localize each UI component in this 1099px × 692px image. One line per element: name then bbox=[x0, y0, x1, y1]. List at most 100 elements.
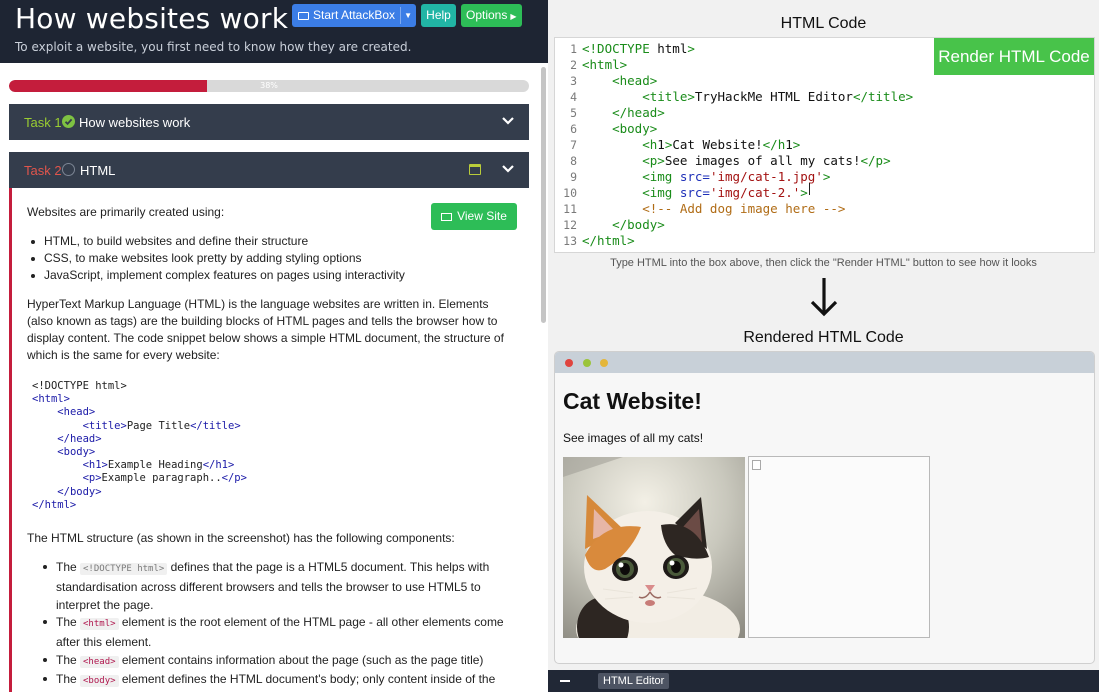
list-text: The bbox=[56, 672, 81, 686]
browser-title-bar bbox=[555, 352, 1094, 373]
code-line: <head> bbox=[57, 406, 96, 419]
chevron-down-icon[interactable] bbox=[501, 112, 515, 130]
window-dot-green bbox=[583, 359, 591, 367]
calendar-icon[interactable] bbox=[469, 164, 481, 175]
code-line: <!DOCTYPE html> bbox=[32, 380, 127, 392]
code-line: <h1>Cat Website!</h1> bbox=[642, 137, 801, 152]
line-number: 7 bbox=[570, 138, 577, 152]
text-cursor bbox=[809, 183, 810, 195]
code-line: </head> bbox=[57, 432, 102, 445]
task-number: Task 1 bbox=[24, 115, 62, 130]
code-line: </html> bbox=[32, 498, 77, 511]
line-number: 12 bbox=[563, 218, 577, 232]
task-title: How websites work bbox=[79, 115, 191, 130]
window-dot-yellow bbox=[600, 359, 608, 367]
line-number: 10 bbox=[563, 186, 577, 200]
monitor-icon bbox=[298, 12, 309, 20]
code-line: <h1>Example Heading</h1> bbox=[82, 459, 235, 472]
editor-code[interactable]: <!DOCTYPE html> <html> <head> <title>TryH… bbox=[582, 41, 913, 249]
line-number: 13 bbox=[563, 234, 577, 248]
list-item: The <head> element contains information … bbox=[43, 651, 506, 671]
rendered-paragraph: See images of all my cats! bbox=[563, 431, 704, 445]
attackbox-label: Start AttackBox bbox=[313, 8, 396, 22]
html-code-title: HTML Code bbox=[780, 15, 867, 32]
line-number: 2 bbox=[570, 58, 577, 72]
list-item: The <!DOCTYPE html> defines that the pag… bbox=[43, 558, 506, 614]
list-item: The <html> element is the root element o… bbox=[43, 613, 506, 651]
list-text: element defines the HTML document's body… bbox=[118, 672, 496, 686]
list-item: HTML, to build websites and define their… bbox=[30, 234, 309, 248]
broken-image-icon bbox=[752, 460, 761, 470]
room-header: How websites work To exploit a website, … bbox=[0, 0, 548, 63]
render-html-button[interactable]: Render HTML Code bbox=[934, 38, 1094, 75]
line-number: 6 bbox=[570, 122, 577, 136]
html-editor-tab[interactable]: HTML Editor bbox=[598, 673, 670, 689]
circle-icon bbox=[62, 163, 75, 176]
line-number: 8 bbox=[570, 154, 577, 168]
check-circle-icon bbox=[62, 115, 75, 128]
list-item: JavaScript, implement complex features o… bbox=[31, 268, 405, 282]
task-2-content: View Site Websites are primarily created… bbox=[9, 188, 529, 692]
line-numbers: 1 2 3 4 5 6 7 8 9 10 11 12 13 bbox=[555, 41, 577, 249]
options-button[interactable]: Options ▶ bbox=[461, 4, 522, 27]
inline-code: <!DOCTYPE html> bbox=[80, 563, 168, 575]
task-number: Task 2 bbox=[24, 163, 62, 178]
code-line: <img src='img/cat-2.'> bbox=[642, 185, 808, 200]
code-editor[interactable]: 1 2 3 4 5 6 7 8 9 10 11 12 13 <!DOCTYPE html> <html> … bbox=[554, 37, 1095, 253]
line-number: 9 bbox=[570, 170, 577, 184]
html-description-paragraph: HyperText Markup Language (HTML) is the … bbox=[27, 297, 504, 362]
code-line: <!-- Add dog image here --> bbox=[582, 201, 846, 216]
list-text: The bbox=[56, 615, 81, 629]
code-line: </body> bbox=[57, 485, 102, 498]
code-line: <!DOCTYPE html> bbox=[582, 41, 695, 56]
code-line: <title>TryHackMe HTML Editor</title> bbox=[642, 89, 914, 104]
line-number: 3 bbox=[570, 74, 577, 88]
caret-down-icon[interactable]: ▼ bbox=[404, 4, 412, 27]
components-intro: The HTML structure (as shown in the scre… bbox=[27, 531, 455, 545]
monitor-icon bbox=[441, 213, 453, 221]
html-editor-panel: HTML Code 1 2 3 4 5 6 7 8 9 10 11 12 13 <!DOCTYPE ht… bbox=[548, 0, 1099, 692]
code-line: <img src='img/cat-1.jpg'> bbox=[642, 169, 831, 184]
inline-code: <head> bbox=[80, 656, 119, 668]
code-line: </body> bbox=[612, 217, 665, 232]
rendered-heading: Cat Website! bbox=[563, 388, 702, 414]
rendered-title: Rendered HTML Code bbox=[743, 329, 904, 346]
room-title: How websites work bbox=[15, 2, 289, 35]
code-line: <head> bbox=[612, 73, 658, 88]
intro-text: Websites are primarily created using: bbox=[27, 205, 225, 219]
code-line: </html> bbox=[582, 233, 635, 248]
code-line: <body> bbox=[57, 446, 96, 459]
inline-code: <html> bbox=[80, 618, 119, 630]
render-preview-window: Cat Website! See images of all my cats! bbox=[554, 351, 1095, 664]
room-progress-bar: 38% bbox=[9, 80, 529, 92]
code-line: </head> bbox=[612, 105, 665, 120]
editor-hint: Type HTML into the box above, then click… bbox=[610, 257, 1037, 269]
caret-right-icon: ▶ bbox=[510, 12, 517, 21]
list-item: The <body> element defines the HTML docu… bbox=[43, 670, 506, 690]
line-number: 4 bbox=[570, 90, 577, 104]
scrollbar[interactable] bbox=[541, 67, 546, 323]
list-item: CSS, to make websites look pretty by add… bbox=[31, 251, 362, 265]
window-dot-red bbox=[565, 359, 573, 367]
chevron-down-icon[interactable] bbox=[501, 160, 515, 178]
code-line: <html> bbox=[582, 57, 628, 72]
button-divider bbox=[400, 7, 401, 24]
line-number: 11 bbox=[563, 202, 577, 216]
task-1-header[interactable]: Task 1 How websites work bbox=[9, 104, 529, 140]
broken-image bbox=[748, 456, 930, 638]
options-label: Options bbox=[466, 8, 508, 22]
start-attackbox-button[interactable]: Start AttackBox ▼ bbox=[292, 4, 416, 27]
list-text: The bbox=[56, 560, 81, 574]
code-line: <p>Example paragraph..</p> bbox=[82, 472, 247, 485]
inline-code: <body> bbox=[80, 675, 119, 687]
code-line: <p>See images of all my cats!</p> bbox=[642, 153, 891, 168]
view-site-button[interactable]: View Site bbox=[431, 203, 517, 230]
line-number: 1 bbox=[570, 42, 577, 56]
help-button[interactable]: Help bbox=[421, 4, 456, 27]
cat-image bbox=[563, 457, 745, 638]
bottom-taskbar: HTML Editor bbox=[548, 670, 1099, 692]
task-2-header[interactable]: Task 2 HTML bbox=[9, 152, 529, 188]
minimize-icon[interactable] bbox=[560, 680, 570, 682]
code-snippet: <!DOCTYPE html> <html> <head> <title>Page… bbox=[32, 380, 247, 512]
list-text: element is the root element of the HTML … bbox=[56, 615, 504, 649]
